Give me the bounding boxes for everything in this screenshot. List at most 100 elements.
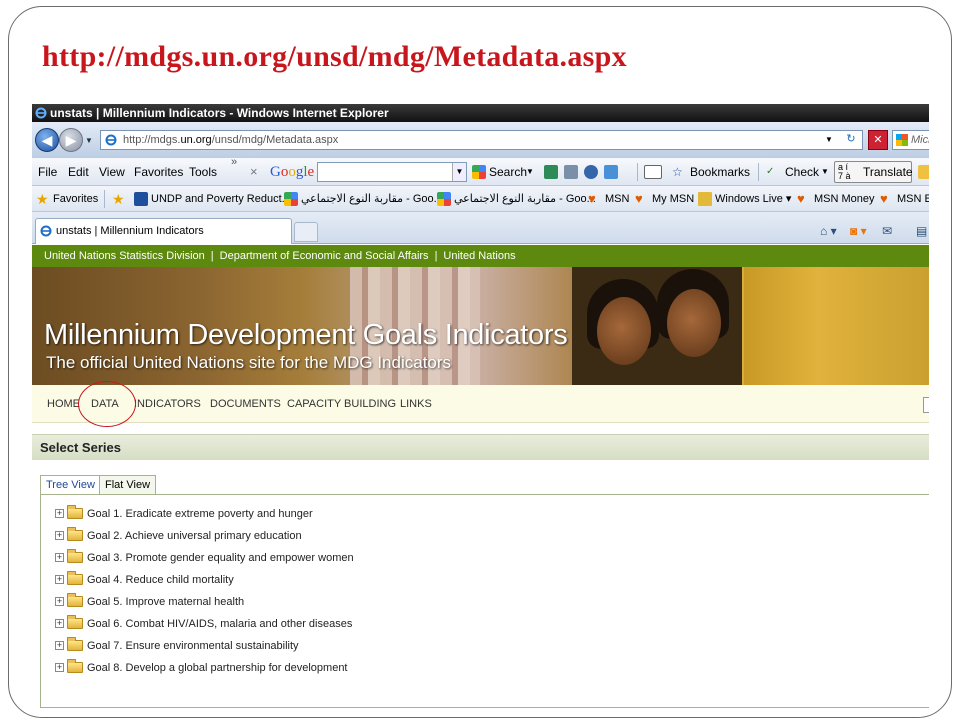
fav-msn[interactable]: ♥ MSN [588,186,629,212]
new-tab-button[interactable] [294,222,318,242]
tree-node-goal-6[interactable]: + Goal 6. Combat HIV/AIDS, malaria and ot… [55,615,352,632]
google-favicon-icon [437,192,451,206]
link-desa[interactable]: Department of Economic and Social Affair… [220,250,429,262]
toolbar-options-icon[interactable] [918,165,929,179]
menu-tools[interactable]: Tools [189,158,217,186]
folder-icon [67,637,83,651]
fav-google-1[interactable]: مقاربة النوع الاجتماعي - Goo... [284,186,443,212]
fav-msn-er[interactable]: ♥ MSN Er [880,186,929,212]
block-popups-icon[interactable] [584,165,598,179]
nav-documents[interactable]: DOCUMENTS [210,385,281,423]
translate-icon: a í7 à [838,162,851,181]
tree-node-goal-8[interactable]: + Goal 8. Develop a global partnership fo… [55,659,348,676]
expand-icon[interactable]: + [55,619,64,628]
expand-icon[interactable]: + [55,641,64,650]
tab-bar: unstats | Millennium Indicators ⌂ ▾ ◙ ▾ … [32,212,929,244]
nav-links[interactable]: LINKS [400,385,432,423]
mail-icon[interactable]: ✉ [882,224,892,238]
back-button[interactable]: ◀ [35,128,59,152]
home-icon[interactable]: ⌂ ▾ [820,224,837,238]
tab-unstats[interactable]: unstats | Millennium Indicators [35,218,292,244]
address-domain: un.org [180,134,212,146]
fav-my-msn[interactable]: ♥ My MSN [635,186,694,212]
fav-google-2[interactable]: مقاربة النوع الاجتماعي - Goo... [437,186,596,212]
fav-msn-money[interactable]: ♥ MSN Money [797,186,875,212]
puzzle-icon[interactable] [604,165,618,179]
tab-title: unstats | Millennium Indicators [56,225,204,237]
nav-capacity-building[interactable]: CAPACITY BUILDING [287,385,396,423]
folder-icon [67,615,83,629]
chevron-more-icon[interactable]: » [231,156,237,168]
fav-windows-live[interactable]: Windows Live ▾ [698,186,791,212]
goal-label: Goal 8. Develop a global partnership for… [87,662,348,674]
expand-icon[interactable]: + [55,553,64,562]
microsoft-logo-icon [896,134,908,146]
link-un[interactable]: United Nations [443,250,515,262]
tree-node-goal-7[interactable]: + Goal 7. Ensure environmental sustainabi… [55,637,299,654]
tab-tree-view[interactable]: Tree View [40,475,101,495]
fav-msn-label: MSN [605,193,630,205]
tab-flat-view[interactable]: Flat View [99,475,157,495]
toolbar-separator [758,163,759,181]
bookmark-star-icon[interactable]: ☆ [672,158,683,186]
expand-icon[interactable]: + [55,531,64,540]
live-search-input[interactable]: Microso [892,130,929,150]
msn-butterfly-icon: ♥ [797,191,805,206]
autofill-icon[interactable] [644,165,662,179]
folder-icon [67,593,83,607]
spellcheck-icon: ✓ [766,166,775,177]
feeds-icon[interactable]: ◙ ▾ [850,224,867,238]
expand-icon[interactable]: + [55,575,64,584]
search-dropdown-icon[interactable]: ▼ [526,158,534,186]
mdg-banner: Millennium Development Goals Indicators … [32,267,929,385]
print-icon[interactable]: ▤ [916,224,927,238]
menu-view[interactable]: View [99,158,125,186]
forward-arrow-icon: ▶ [65,132,77,148]
google-search-input[interactable] [317,162,467,182]
history-dropdown-icon[interactable]: ▼ [85,136,93,145]
goal-label: Goal 4. Reduce child mortality [87,574,234,586]
close-toolbar-icon[interactable]: × [250,158,258,186]
news-icon[interactable] [544,165,558,179]
nav-home[interactable]: HOME [47,385,80,423]
fav-undp[interactable]: UNDP and Poverty Reduct... [134,186,291,212]
live-search-text: Microso [911,134,929,146]
goal-label: Goal 7. Ensure environmental sustainabil… [87,640,299,652]
google-search-button[interactable]: Search [489,158,527,186]
fav-my-msn-label: My MSN [652,193,695,205]
expand-icon[interactable]: + [55,663,64,672]
goals-tree: + Goal 1. Eradicate extreme poverty and h… [40,494,929,708]
site-nav: HOME DATA INDICATORS DOCUMENTS CAPACITY … [32,381,929,427]
tree-node-goal-4[interactable]: + Goal 4. Reduce child mortality [55,571,234,588]
address-bar-input[interactable]: http://mdgs.un.org/unsd/mdg/Metadata.asp… [100,130,863,150]
goal-label: Goal 3. Promote gender equality and empo… [87,552,354,564]
link-unsd[interactable]: United Nations Statistics Division [44,250,205,262]
google-search-dropdown[interactable]: ▼ [452,163,466,181]
bookmarks-button[interactable]: Bookmarks [690,158,750,186]
address-prefix: http://mdgs. [123,134,181,146]
folder-icon [67,571,83,585]
nav-indicators[interactable]: INDICATORS [134,385,201,423]
folder-icon [67,549,83,563]
menu-file[interactable]: File [38,158,57,186]
refresh-icon[interactable]: ↻ [840,130,862,150]
translate-button[interactable]: a í7 à Translate [834,161,913,183]
expand-icon[interactable]: + [55,509,64,518]
tree-node-goal-1[interactable]: + Goal 1. Eradicate extreme poverty and h… [55,505,313,522]
forward-button[interactable]: ▶ [59,128,83,152]
check-dropdown-icon[interactable]: ▼ [821,158,829,186]
stop-button[interactable]: ✕ [868,130,888,150]
check-button[interactable]: Check [785,158,819,186]
menu-favorites[interactable]: Favorites [134,158,183,186]
tree-node-goal-2[interactable]: + Goal 2. Achieve universal primary educa… [55,527,302,544]
calendar-icon[interactable] [564,165,578,179]
goal-label: Goal 5. Improve maternal health [87,596,245,608]
expand-icon[interactable]: + [55,597,64,606]
tree-node-goal-5[interactable]: + Goal 5. Improve maternal health [55,593,245,610]
menu-edit[interactable]: Edit [68,158,89,186]
favorites-button[interactable]: ★ Favorites [36,186,98,212]
tree-node-goal-3[interactable]: + Goal 3. Promote gender equality and emp… [55,549,354,566]
browser-screenshot: unstats | Millennium Indicators - Window… [32,104,929,708]
msn-butterfly-icon: ♥ [880,191,888,206]
address-dropdown-icon[interactable]: ▼ [825,130,833,150]
